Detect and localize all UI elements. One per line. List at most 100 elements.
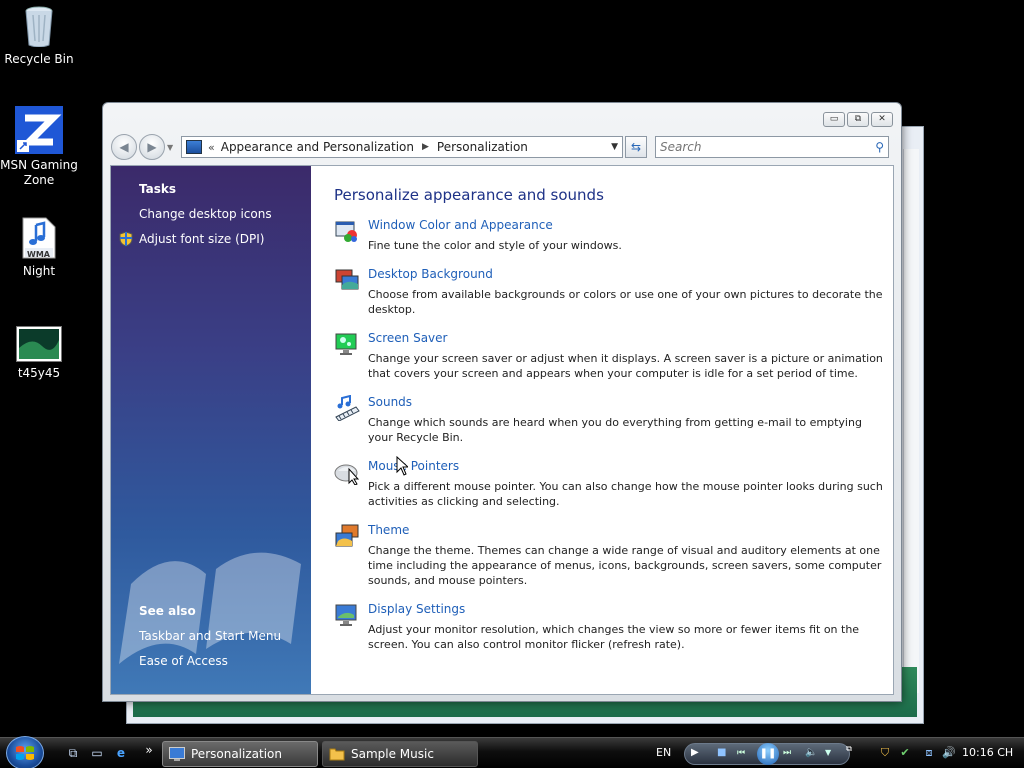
window-client-area: Tasks Change desktop icons Adjust font s…: [110, 165, 894, 695]
desktop-icon-recycle-bin[interactable]: Recycle Bin: [0, 4, 78, 67]
desktop-icon-label: t45y45: [17, 366, 61, 380]
folder-icon: [329, 748, 345, 761]
list-item: Display Settings Adjust your monitor res…: [334, 602, 893, 652]
sounds-icon: [335, 395, 360, 421]
search-icon[interactable]: ⚲: [875, 140, 884, 154]
close-button[interactable]: ✕: [871, 112, 893, 127]
mouse-pointers-link[interactable]: Mouse Pointers: [368, 459, 459, 474]
language-indicator[interactable]: EN: [656, 746, 671, 759]
msn-gaming-zone-icon: [15, 106, 63, 154]
control-panel-icon: [169, 747, 185, 761]
sounds-link[interactable]: Sounds: [368, 395, 412, 410]
media-player-toolbar[interactable]: ▶ ■ ⏮ ❚❚ ⏭ 🔈 ▼: [684, 743, 850, 765]
list-item: Mouse Pointers Pick a different mouse po…: [334, 459, 893, 509]
taskbar: ⧉ ▭ e » Personalization Sample Music EN …: [0, 736, 1024, 768]
media-next-icon[interactable]: ⏭: [783, 748, 791, 758]
desktop-icon-label: MSN Gaming Zone: [0, 158, 78, 187]
minimize-button[interactable]: ▭: [823, 112, 845, 127]
item-description: Choose from available backgrounds or col…: [368, 288, 883, 316]
item-description: Fine tune the color and style of your wi…: [368, 239, 622, 252]
taskbar-button-sample-music[interactable]: Sample Music: [322, 741, 478, 767]
address-bar[interactable]: « Appearance and Personalization ▶ Perso…: [181, 136, 623, 158]
arrow-right-icon: ▶: [147, 140, 157, 154]
mouse-pointers-icon: [334, 464, 360, 485]
quick-launch-overflow[interactable]: »: [140, 741, 158, 759]
display-settings-link[interactable]: Display Settings: [368, 602, 465, 617]
media-volume-icon[interactable]: 🔈: [805, 747, 817, 758]
screen-saver-link[interactable]: Screen Saver: [368, 331, 447, 346]
item-description: Change which sounds are heard when you d…: [368, 416, 862, 444]
caption-buttons: ▭ ⧉ ✕: [823, 112, 893, 127]
desktop-icon-t45y45[interactable]: t45y45: [0, 326, 78, 381]
clock[interactable]: 10:16 CH: [962, 746, 1013, 759]
maximize-button[interactable]: ⧉: [847, 112, 869, 127]
item-description: Pick a different mouse pointer. You can …: [368, 480, 883, 508]
tasks-heading: Tasks: [139, 182, 177, 196]
internet-explorer-icon[interactable]: e: [112, 744, 130, 762]
recent-pages-dropdown[interactable]: ▼: [167, 143, 177, 152]
change-desktop-icons-link[interactable]: Change desktop icons: [139, 207, 272, 221]
shield-icon: [119, 231, 133, 247]
desktop-icon-msn-gaming-zone[interactable]: MSN Gaming Zone: [0, 106, 78, 188]
back-button[interactable]: ◀: [111, 134, 137, 160]
media-pause-icon[interactable]: ❚❚: [757, 743, 779, 765]
security-shield-icon[interactable]: ⛉: [878, 746, 892, 760]
navigation-bar: ◀ ▶ ▼ « Appearance and Personalization ▶…: [111, 133, 893, 161]
personalization-window[interactable]: ▭ ⧉ ✕ ◀ ▶ ▼ « Appearance and Personaliza…: [102, 102, 902, 702]
address-dropdown-icon[interactable]: ▼: [611, 142, 618, 152]
media-previous-icon[interactable]: ⏮: [737, 748, 745, 758]
show-desktop-icon[interactable]: ▭: [88, 744, 106, 762]
desktop-icon-label: Night: [22, 264, 56, 278]
desktop-icon-night[interactable]: WMA Night: [0, 216, 78, 279]
taskbar-button-personalization[interactable]: Personalization: [162, 741, 318, 767]
media-play-icon[interactable]: ▶: [691, 747, 699, 758]
theme-icon: [335, 524, 359, 547]
background-window-scrollbar: [903, 149, 919, 693]
media-stop-icon[interactable]: ■: [717, 747, 726, 758]
screen-saver-icon: [335, 333, 357, 355]
volume-icon[interactable]: 🔊: [942, 746, 956, 760]
forward-button[interactable]: ▶: [139, 134, 165, 160]
restore-player-icon[interactable]: ⧉: [842, 742, 856, 756]
list-item: Screen Saver Change your screen saver or…: [334, 331, 893, 381]
search-input[interactable]: [660, 140, 876, 154]
theme-link[interactable]: Theme: [368, 523, 409, 538]
page-title: Personalize appearance and sounds: [334, 186, 604, 204]
switch-between-windows-icon[interactable]: ⧉: [64, 744, 82, 762]
display-settings-icon: [335, 604, 357, 626]
image-file-icon: [16, 326, 62, 362]
recycle-bin-icon: [19, 4, 59, 48]
control-panel-icon: [186, 140, 202, 154]
arrow-left-icon: ◀: [119, 140, 129, 154]
list-item: Desktop Background Choose from available…: [334, 267, 893, 317]
breadcrumb-personalization[interactable]: Personalization: [437, 140, 528, 154]
item-description: Change your screen saver or adjust when …: [368, 352, 883, 380]
breadcrumb-overflow[interactable]: «: [208, 141, 215, 154]
breadcrumb-separator-icon[interactable]: ▶: [422, 142, 429, 152]
refresh-button[interactable]: ⇆: [625, 136, 647, 158]
adjust-font-size-link[interactable]: Adjust font size (DPI): [139, 232, 264, 246]
desktop-background-icon: [335, 269, 359, 290]
window-color-and-appearance-link[interactable]: Window Color and Appearance: [368, 218, 553, 233]
desktop-icon-label: Recycle Bin: [4, 52, 74, 66]
taskbar-button-label: Personalization: [191, 747, 282, 761]
desktop-background-link[interactable]: Desktop Background: [368, 267, 493, 282]
item-description: Change the theme. Themes can change a wi…: [368, 544, 882, 587]
network-icon[interactable]: ⧈: [922, 746, 936, 760]
personalization-content: Personalize appearance and sounds Window…: [311, 166, 893, 694]
start-button[interactable]: [6, 736, 44, 768]
media-options-icon[interactable]: ▼: [825, 748, 831, 757]
mouse-cursor-icon: [396, 456, 408, 476]
list-item: Window Color and Appearance Fine tune th…: [334, 218, 893, 253]
taskbar-and-start-menu-link[interactable]: Taskbar and Start Menu: [139, 629, 281, 643]
wma-badge: WMA: [27, 250, 50, 259]
list-item: Theme Change the theme. Themes can chang…: [334, 523, 893, 588]
task-pane: Tasks Change desktop icons Adjust font s…: [111, 166, 311, 694]
checkmark-icon[interactable]: ✔: [898, 746, 912, 760]
see-also-heading: See also: [139, 604, 196, 618]
breadcrumb-appearance-and-personalization[interactable]: Appearance and Personalization: [221, 140, 414, 154]
ease-of-access-link[interactable]: Ease of Access: [139, 654, 228, 668]
search-box[interactable]: ⚲: [655, 136, 889, 158]
window-color-icon: [335, 221, 357, 242]
windows-logo-icon: [16, 746, 34, 760]
